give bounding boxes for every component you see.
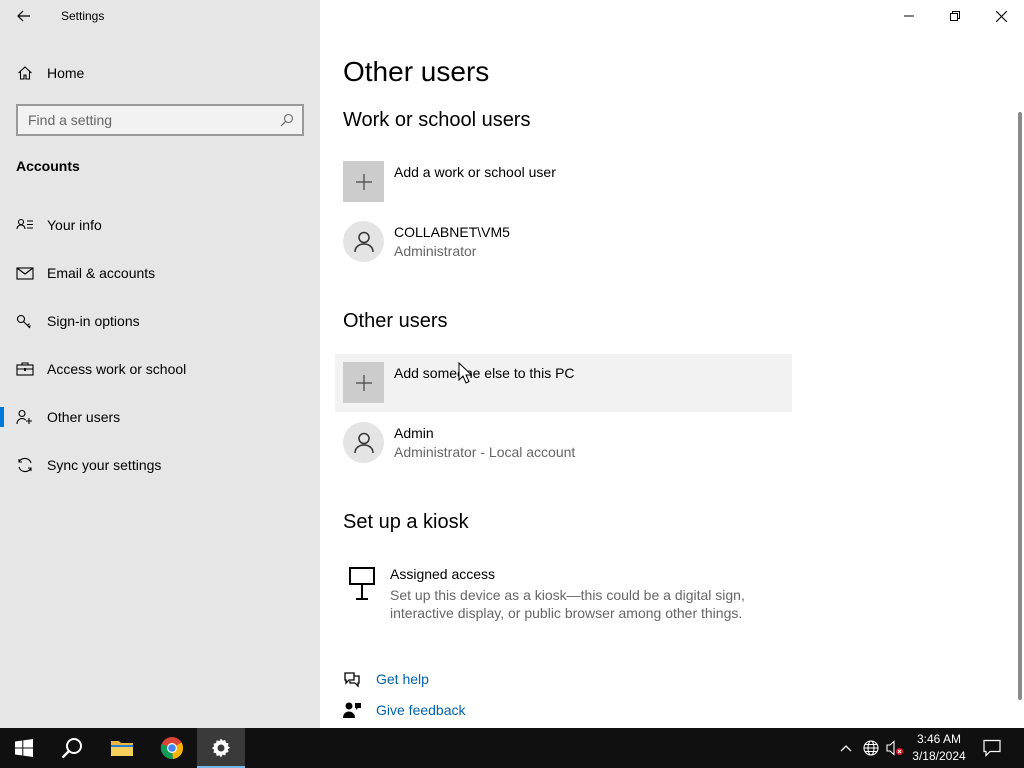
start-button[interactable] <box>0 728 48 768</box>
close-icon <box>995 10 1007 22</box>
home-icon <box>18 66 32 80</box>
volume-muted-icon <box>886 740 903 756</box>
search-icon <box>280 113 294 127</box>
file-explorer-icon <box>111 741 133 756</box>
user-role: Administrator <box>394 243 477 259</box>
plus-icon <box>355 374 372 391</box>
title-bar: Settings <box>0 0 320 32</box>
add-someone-else-button[interactable]: Add someone else to this PC <box>335 354 792 412</box>
feedback-icon <box>343 702 361 718</box>
show-hidden-icons-button[interactable] <box>836 738 856 758</box>
user-name: COLLABNET\VM5 <box>394 224 510 240</box>
other-users-heading: Other users <box>343 310 448 332</box>
app-title: Settings <box>61 9 105 23</box>
add-tile <box>343 362 384 403</box>
navigation-pane: Settings Home Accounts Your info Email &… <box>0 0 320 728</box>
clock[interactable]: 3:46 AM 3/18/2024 <box>906 731 972 765</box>
sidebar-item-access-work-school[interactable]: Access work or school <box>0 349 320 389</box>
clock-date: 3/18/2024 <box>912 749 966 763</box>
scrollbar[interactable] <box>1018 112 1022 700</box>
restore-button[interactable] <box>932 0 978 32</box>
avatar <box>343 221 384 262</box>
give-feedback-link[interactable]: Give feedback <box>343 699 543 721</box>
page-title: Other users <box>343 56 490 87</box>
user-role: Administrator - Local account <box>394 444 576 460</box>
home-label: Home <box>47 65 85 81</box>
key-icon <box>16 314 31 329</box>
chrome-button[interactable] <box>148 728 196 768</box>
notification-icon <box>983 739 1001 757</box>
avatar <box>343 422 384 463</box>
assigned-access-description: Set up this device as a kiosk—this could… <box>390 587 745 621</box>
user-name: Admin <box>394 425 434 441</box>
add-work-school-user-button[interactable]: Add a work or school user <box>335 153 792 211</box>
network-globe-icon <box>863 740 879 756</box>
clock-time: 3:46 AM <box>916 732 962 746</box>
sync-icon <box>18 457 32 473</box>
start-icon <box>15 739 33 757</box>
mouse-cursor-icon <box>458 362 472 384</box>
active-indicator <box>0 407 4 427</box>
contact-card-icon <box>16 218 33 230</box>
network-button[interactable] <box>861 738 881 758</box>
sidebar-item-email-accounts[interactable]: Email & accounts <box>0 253 320 293</box>
file-explorer-button[interactable] <box>98 728 146 768</box>
sidebar-item-label: Other users <box>47 409 121 425</box>
sidebar-item-your-info[interactable]: Your info <box>0 205 320 245</box>
add-work-school-user-label: Add a work or school user <box>394 164 556 180</box>
user-entry-admin[interactable]: Admin Administrator - Local account <box>335 414 792 472</box>
sidebar-item-other-users[interactable]: Other users <box>0 397 320 437</box>
section-label: Accounts <box>16 158 80 174</box>
search-box[interactable] <box>16 104 304 136</box>
user-icon <box>353 432 374 453</box>
minimize-button[interactable] <box>886 0 932 32</box>
volume-button[interactable] <box>885 738 905 758</box>
taskbar-search-button[interactable] <box>48 728 96 768</box>
chrome-icon <box>160 737 184 760</box>
add-person-icon <box>16 409 32 425</box>
sidebar-item-sync-settings[interactable]: Sync your settings <box>0 445 320 485</box>
help-chat-icon <box>344 672 360 688</box>
kiosk-icon <box>349 567 375 600</box>
work-school-heading: Work or school users <box>343 109 531 131</box>
sidebar-item-label: Sync your settings <box>47 457 162 473</box>
sidebar-item-label: Your info <box>47 217 102 233</box>
plus-icon <box>355 173 372 190</box>
restore-icon <box>950 11 960 21</box>
search-input[interactable] <box>18 106 302 134</box>
sidebar-item-label: Sign-in options <box>47 313 140 329</box>
minimize-icon <box>904 15 914 17</box>
taskbar: 3:46 AM 3/18/2024 <box>0 728 1024 768</box>
user-icon <box>353 231 374 252</box>
give-feedback-label: Give feedback <box>376 702 466 718</box>
chevron-up-icon <box>840 745 852 752</box>
assigned-access-link[interactable]: Assigned access <box>390 566 495 582</box>
home-nav-item[interactable]: Home <box>0 58 320 88</box>
back-arrow-icon <box>17 10 30 22</box>
add-tile <box>343 161 384 202</box>
settings-taskbar-button[interactable] <box>197 728 245 768</box>
sidebar-item-label: Access work or school <box>47 361 187 377</box>
kiosk-heading: Set up a kiosk <box>343 511 469 533</box>
action-center-button[interactable] <box>982 738 1002 758</box>
back-button[interactable] <box>8 0 40 32</box>
settings-icon <box>211 738 231 758</box>
close-button[interactable] <box>978 0 1024 32</box>
mail-icon <box>16 267 34 280</box>
sidebar-item-sign-in-options[interactable]: Sign-in options <box>0 301 320 341</box>
get-help-label: Get help <box>376 671 429 687</box>
briefcase-icon <box>16 362 34 376</box>
search-icon <box>61 738 82 759</box>
add-someone-else-label: Add someone else to this PC <box>394 365 575 381</box>
user-entry-collabnet-vm5[interactable]: COLLABNET\VM5 Administrator <box>335 213 792 271</box>
sidebar-item-label: Email & accounts <box>47 265 156 281</box>
get-help-link[interactable]: Get help <box>343 668 543 690</box>
